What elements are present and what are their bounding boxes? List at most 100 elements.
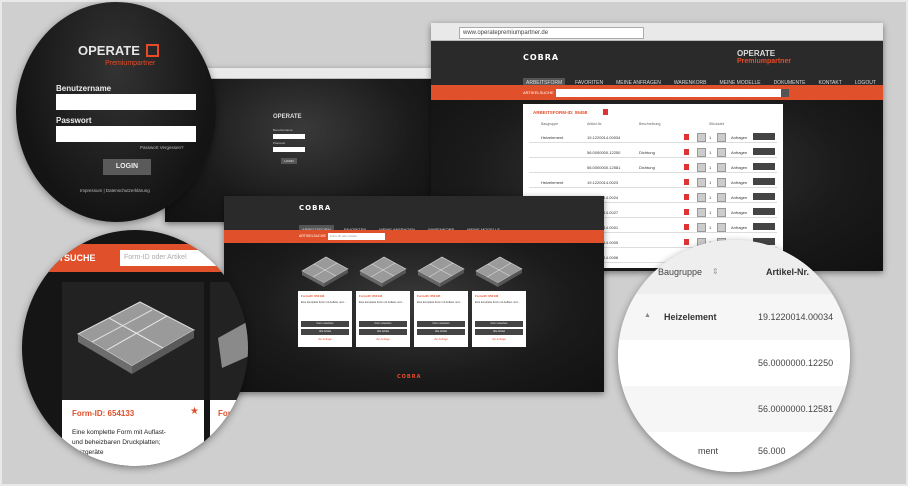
all-articles-button[interactable]: Alle Artikel xyxy=(475,329,523,335)
pdf-icon[interactable] xyxy=(684,149,689,155)
qty-plus[interactable] xyxy=(717,223,726,232)
footer-links[interactable]: Impressum | Datenschutzerklärung xyxy=(80,188,150,193)
pdf-icon[interactable] xyxy=(684,134,689,140)
inquiry-link[interactable]: Zur Anfrage xyxy=(472,338,526,341)
qty-value[interactable]: 1 xyxy=(709,195,711,200)
search-button[interactable] xyxy=(781,89,789,97)
form-desc: Eine komplette Form mit Auflast- und ... xyxy=(359,301,405,304)
zoom-login-circle: OPERATE Premiumpartner Benutzername Pass… xyxy=(16,2,216,222)
username-input[interactable] xyxy=(56,94,196,110)
add-button[interactable] xyxy=(753,163,775,170)
form-desc-line: Eine komplette Form mit Auflast- xyxy=(72,429,166,436)
brand-subtitle: Premiumpartner xyxy=(105,60,156,67)
qty-minus[interactable] xyxy=(697,148,706,157)
qty-value[interactable]: 1 xyxy=(709,150,711,155)
qty-minus[interactable] xyxy=(697,208,706,217)
star-icon[interactable]: ★ xyxy=(190,406,199,417)
qty-minus[interactable] xyxy=(697,163,706,172)
add-button[interactable] xyxy=(753,208,775,215)
form-card[interactable]: Form-ID: 654134 Eine komplette Form mit A… xyxy=(356,247,410,347)
cell-group: Heizelement xyxy=(664,312,717,322)
all-articles-button[interactable]: Alle Artikel xyxy=(301,329,349,335)
add-button[interactable] xyxy=(753,178,775,185)
add-button[interactable] xyxy=(753,223,775,230)
form-preview-svg xyxy=(301,256,349,287)
cell-article: 19.1220014.00034 xyxy=(587,135,621,140)
form-desc-line: Heiz xyxy=(218,449,232,456)
qty-value[interactable]: 1 xyxy=(709,165,711,170)
password-input[interactable] xyxy=(273,147,305,152)
form-card[interactable]: Form-ID: 654135 Eine komplette Form mit A… xyxy=(414,247,468,347)
cell-article: 56.0000000.12581 xyxy=(587,165,621,170)
login-button[interactable]: LOGIN xyxy=(103,159,151,175)
col-header-article[interactable]: Artikel-Nr. xyxy=(766,267,809,277)
form-desc-line: Heizgeräte xyxy=(72,449,104,456)
form-id-label: Form-ID: 654133 xyxy=(301,294,325,298)
col-header[interactable]: Beschreibung xyxy=(639,122,660,126)
view-form-button[interactable]: Form ansehen xyxy=(417,321,465,327)
username-label: Benutzername xyxy=(56,84,112,93)
qty-plus[interactable] xyxy=(717,163,726,172)
search-input[interactable]: Form-ID oder Artikel xyxy=(328,233,385,240)
qty-plus[interactable] xyxy=(717,133,726,142)
qty-value[interactable]: 1 xyxy=(709,180,711,185)
top-navbar: COBRA OPERATE Premiumpartner ARBEITSFORM F… xyxy=(431,41,883,88)
view-form-button[interactable]: Form ansehen xyxy=(475,321,523,327)
form-id-label: Form-ID: 654134 xyxy=(359,294,383,298)
pdf-icon[interactable] xyxy=(684,224,689,230)
expand-icon[interactable]: ▲ xyxy=(644,312,651,319)
pdf-icon[interactable] xyxy=(684,164,689,170)
inquiry-link[interactable]: Zur Anfrage xyxy=(298,338,352,341)
form-card[interactable]: Form-ID: 654136 Eine komplette Form mit A… xyxy=(472,247,526,347)
form-desc-line: Eine xyxy=(218,429,232,436)
sort-icon[interactable]: ⇕ xyxy=(712,267,719,276)
add-button[interactable] xyxy=(753,148,775,155)
search-label: ARTIKELSUCHE xyxy=(299,234,326,238)
search-label: RTSUCHE xyxy=(52,253,96,263)
login-button[interactable]: LOGIN xyxy=(281,158,297,164)
form-card[interactable]: Form-ID: 654133 Eine komplette Form mit A… xyxy=(298,247,352,347)
qty-plus[interactable] xyxy=(717,148,726,157)
form-preview-svg xyxy=(76,301,196,374)
zoom-table-circle: Baugruppe ⇕ Artikel-Nr. ▲ Heizelement 19… xyxy=(618,240,850,472)
pdf-icon[interactable] xyxy=(684,194,689,200)
qty-plus[interactable] xyxy=(717,193,726,202)
table-row: 56.0000000.12581 xyxy=(618,386,850,433)
form-card-body: Form-ID: 654135 Eine komplette Form mit A… xyxy=(414,291,468,347)
inquiry-link[interactable]: Zur Anfrage xyxy=(414,338,468,341)
top-navbar: COBRA ARBEITSFORMFAVORITENMEINE ANFRAGEN… xyxy=(224,196,604,234)
qty-minus[interactable] xyxy=(697,133,706,142)
view-form-button[interactable]: Form ansehen xyxy=(359,321,407,327)
qty-minus[interactable] xyxy=(697,193,706,202)
search-input[interactable] xyxy=(556,89,781,97)
qty-plus[interactable] xyxy=(717,178,726,187)
form-desc-line: und beheizbaren Druckplatten; xyxy=(72,439,161,446)
col-header[interactable]: Baugruppe xyxy=(541,122,558,126)
qty-minus[interactable] xyxy=(697,178,706,187)
pdf-icon[interactable] xyxy=(603,109,608,115)
add-button[interactable] xyxy=(753,193,775,200)
pdf-icon[interactable] xyxy=(684,179,689,185)
search-input[interactable]: Form-ID oder Artikel xyxy=(120,250,234,266)
username-input[interactable] xyxy=(273,134,305,139)
all-articles-button[interactable]: Alle Artikel xyxy=(359,329,407,335)
cobra-logo: COBRA xyxy=(523,53,560,62)
pdf-icon[interactable] xyxy=(684,209,689,215)
qty-value[interactable]: 1 xyxy=(709,135,711,140)
add-button[interactable] xyxy=(753,133,775,140)
inquiry-link[interactable]: Zur Anfrage xyxy=(356,338,410,341)
forgot-password-link[interactable]: Passwort Vergessen? xyxy=(140,145,184,150)
address-bar[interactable]: www.operatepremiumpartner.de xyxy=(459,27,644,39)
col-header[interactable]: Stückzahl xyxy=(709,122,724,126)
col-header-group[interactable]: Baugruppe xyxy=(658,267,702,277)
search-bar: ARTIKELSUCHE Form-ID oder Artikel xyxy=(224,230,604,243)
search-strip: RTSUCHE Form-ID oder Artikel xyxy=(22,244,248,272)
qty-value[interactable]: 1 xyxy=(709,210,711,215)
qty-plus[interactable] xyxy=(717,208,726,217)
view-form-button[interactable]: Form ansehen xyxy=(301,321,349,327)
qty-minus[interactable] xyxy=(697,223,706,232)
all-articles-button[interactable]: Alle Artikel xyxy=(417,329,465,335)
col-header[interactable]: Artikel-Nr. xyxy=(587,122,602,126)
qty-value[interactable]: 1 xyxy=(709,225,711,230)
password-input[interactable] xyxy=(56,126,196,142)
